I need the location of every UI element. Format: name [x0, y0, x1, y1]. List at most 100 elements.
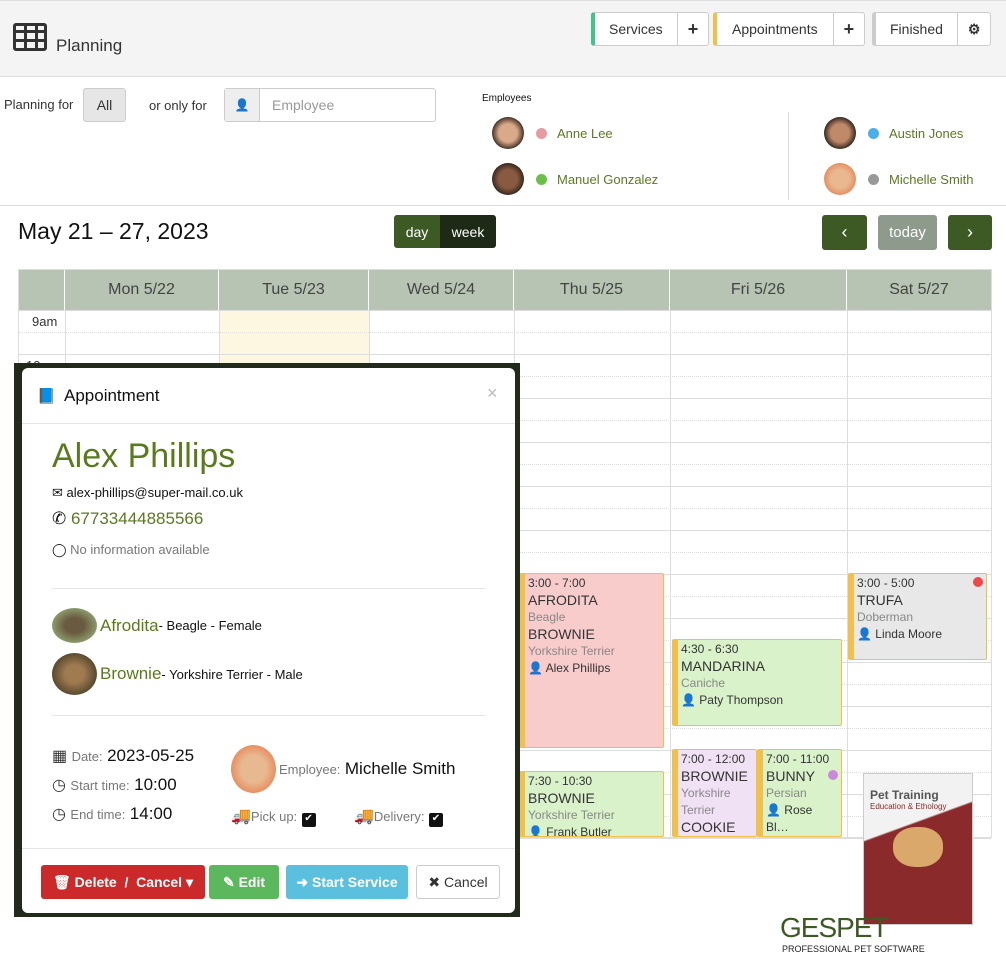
pet-details: - Beagle - Female	[158, 618, 262, 633]
event-breed: Beagle	[528, 610, 566, 624]
day-view-button[interactable]: day	[394, 215, 440, 248]
day-header: Fri 5/26	[670, 270, 847, 310]
services-button[interactable]: Services	[595, 13, 677, 45]
day-header: Mon 5/22	[65, 270, 219, 310]
status-dot	[973, 577, 983, 587]
event-breed: Persian	[766, 786, 807, 800]
pickup-row: 🚚Pick up: ✔	[231, 806, 316, 827]
delete-label: Delete / Cancel	[74, 874, 183, 890]
grid-icon	[13, 23, 47, 51]
employee-manuel-gonzalez[interactable]: Manuel Gonzalez	[492, 163, 658, 195]
color-dot	[536, 173, 547, 185]
sign-in-icon: ➜	[296, 873, 312, 890]
box-subtitle: Education & Ethology	[870, 802, 947, 811]
appointments-group: Appointments +	[713, 12, 866, 46]
whatsapp-row: ◯ No information available	[52, 542, 210, 558]
phone[interactable]: 67733444885566	[71, 509, 203, 528]
pickup-label: Pick up:	[250, 809, 298, 824]
calendar-event[interactable]: 4:30 - 6:30 MANDARINA Caniche 👤 Paty Thomps…	[672, 639, 842, 726]
pet-details: - Yorkshire Terrier - Male	[161, 666, 303, 682]
start-service-label: Start Service	[312, 874, 398, 890]
user-icon: 👤	[528, 825, 547, 837]
start-service-button[interactable]: ➜ Start Service	[286, 865, 408, 899]
today-button[interactable]: today	[878, 215, 937, 250]
truck-icon: 🚚	[231, 808, 251, 825]
calendar-event[interactable]: 3:00 - 7:00 AFRODITA Beagle BROWNIE Yorkshir…	[519, 573, 664, 748]
date-row: ▦ Date: 2023-05-25	[52, 746, 194, 766]
user-icon: 👤	[681, 693, 700, 707]
gear-icon[interactable]: ⚙	[956, 13, 991, 45]
appointments-button[interactable]: Appointments	[717, 13, 833, 45]
event-time: 3:00 - 5:00	[857, 576, 915, 590]
trash-icon: 🗑	[53, 873, 75, 890]
event-breed: Yorkshire Terrier	[681, 786, 731, 817]
appointment-modal: 📘 Appointment × Alex Phillips ✉ alex-phi…	[22, 368, 515, 913]
event-breed: Yorkshire Terrier	[528, 644, 615, 658]
avatar	[824, 163, 856, 195]
delivery-checkbox[interactable]: ✔	[428, 813, 443, 827]
calendar-icon: ▦	[52, 748, 72, 765]
slot-line	[19, 310, 991, 311]
whatsapp-info: No information available	[70, 542, 210, 557]
add-service-button[interactable]: +	[676, 13, 709, 45]
caret-down-icon: ▾	[182, 873, 193, 890]
user-icon: 👤	[225, 89, 260, 121]
box-title: Pet Training	[870, 788, 939, 802]
avatar	[824, 117, 856, 149]
divider	[52, 588, 485, 589]
close-icon[interactable]: ×	[487, 383, 498, 404]
client-name: Alex Phillips	[52, 437, 236, 475]
avatar	[492, 163, 524, 195]
divider	[22, 423, 515, 424]
pet-photo	[52, 653, 97, 695]
edit-button[interactable]: ✎ Edit	[209, 865, 279, 899]
modal-title: Appointment	[64, 386, 160, 405]
delete-cancel-button[interactable]: 🗑 Delete / Cancel ▾	[41, 865, 205, 899]
employee-austin-jones[interactable]: Austin Jones	[824, 117, 963, 149]
pet-name[interactable]: Brownie	[100, 664, 161, 684]
color-dot	[868, 173, 879, 185]
week-view-button[interactable]: week	[440, 215, 496, 248]
end-label: End time:	[70, 807, 126, 822]
employee-michelle-smith[interactable]: Michelle Smith	[824, 163, 974, 195]
or-only-for-label: or only for	[149, 98, 207, 113]
phone-icon: ✆	[52, 509, 71, 528]
edit-icon: ✎	[222, 873, 239, 890]
calendar-event[interactable]: 3:00 - 5:00 TRUFA Doberman 👤 Linda Moore	[848, 573, 987, 660]
pet-name[interactable]: Afrodita	[100, 616, 159, 636]
employee-placeholder: Employee	[272, 97, 335, 113]
add-appointment-button[interactable]: +	[832, 13, 865, 45]
pet-photo	[52, 608, 97, 643]
employees-label: Employees	[482, 93, 532, 104]
event-pet-name: TRUFA	[857, 592, 903, 608]
clock-icon: ◷	[52, 806, 71, 823]
event-pet-name: MANDARINA	[681, 658, 766, 674]
time-label: 9am	[32, 314, 58, 329]
date-label: Date:	[71, 749, 103, 764]
slot-line	[19, 332, 991, 333]
user-icon: 👤	[857, 627, 876, 641]
product-box-logo: Pet Training Education & Ethology	[863, 773, 973, 925]
calendar-event[interactable]: 7:00 - 12:00 BROWNIE Yorkshire Terrier COOK…	[672, 749, 757, 837]
calendar-event[interactable]: 7:30 - 10:30 BROWNIE Yorkshire Terrier 👤 Fr…	[519, 771, 664, 837]
date-value: 2023-05-25	[107, 746, 195, 765]
event-owner: Linda Moore	[875, 627, 942, 641]
next-button[interactable]: ›	[948, 215, 992, 250]
date-range: May 21 – 27, 2023	[18, 218, 209, 244]
event-time: 3:00 - 7:00	[528, 576, 586, 590]
pet-row: Afrodita - Beagle - Female	[52, 608, 262, 643]
delivery-row: 🚚Delivery: ✔	[354, 806, 443, 827]
all-button[interactable]: All	[83, 88, 126, 122]
employee-input[interactable]: 👤 Employee	[224, 88, 436, 122]
prev-button[interactable]: ‹	[822, 215, 867, 250]
calendar-event[interactable]: 7:00 - 11:00 BUNNY Persian 👤 Rose Bl…	[757, 749, 842, 837]
email-row: ✉ alex-phillips@super-mail.co.uk	[52, 485, 243, 501]
event-owner: Alex Phillips	[545, 661, 611, 675]
event-pet-name: BROWNIE	[528, 626, 595, 642]
cancel-button[interactable]: ✖ Cancel	[416, 865, 500, 899]
pickup-checkbox[interactable]: ✔	[301, 813, 316, 827]
clock-icon: ◷	[52, 777, 71, 794]
finished-button[interactable]: Finished	[876, 13, 957, 45]
color-dot	[868, 127, 879, 139]
employee-anne-lee[interactable]: Anne Lee	[492, 117, 613, 149]
